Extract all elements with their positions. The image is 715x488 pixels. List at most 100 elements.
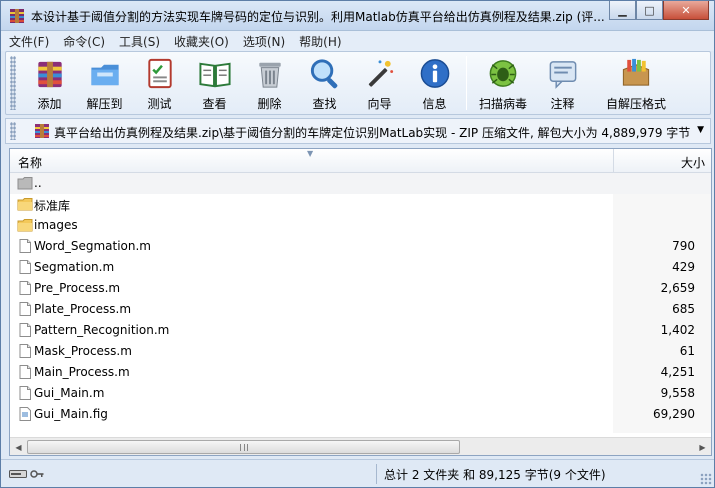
folder-row[interactable]: 标准库 [10, 194, 711, 215]
sfx-button[interactable]: 自解压格式 [590, 52, 682, 112]
column-name-header[interactable]: 名称 [18, 154, 42, 171]
file-icon [19, 239, 31, 253]
folder-icon [17, 219, 33, 232]
file-name: images [34, 218, 78, 232]
scroll-thumb[interactable] [27, 440, 460, 454]
archive-icon [35, 124, 49, 138]
column-size-header[interactable]: 大小 [681, 154, 705, 171]
winrar-app-icon[interactable] [9, 8, 25, 24]
view-button[interactable]: 查看 [187, 52, 242, 112]
status-summary: 总计 2 文件夹 和 89,125 字节(9 个文件) [384, 468, 606, 482]
file-size: 790 [672, 239, 695, 253]
file-size: 4,251 [660, 365, 695, 379]
file-name: Gui_Main.fig [34, 407, 108, 421]
extract-to-label: 解压到 [86, 97, 123, 111]
horizontal-scrollbar[interactable]: ◀ ▶ [10, 437, 711, 455]
column-divider[interactable] [613, 149, 614, 173]
extract-to-button[interactable]: 解压到 [77, 52, 132, 112]
file-name: .. [34, 176, 42, 190]
add-label: 添加 [37, 97, 62, 111]
toolbar: 添加 解压到 测试 查看 删除 查找 向导 信息 扫描病毒 注释 自解压格式 [5, 51, 711, 115]
scroll-grip-icon [239, 444, 248, 451]
file-row[interactable]: Gui_Main.m 9,558 [10, 383, 711, 404]
add-button[interactable]: 添加 [22, 52, 77, 112]
comment-icon [549, 61, 576, 89]
file-name: Word_Segmation.m [34, 239, 151, 253]
test-button[interactable]: 测试 [132, 52, 187, 112]
info-button[interactable]: 信息 [407, 52, 462, 112]
sfx-box-icon [622, 58, 650, 86]
minimize-icon: ▁ [618, 3, 627, 17]
wizard-label: 向导 [367, 97, 392, 111]
window-title: 本设计基于阈值分割的方法实现车牌号码的定位与识别。利用Matlab仿真平台给出仿… [31, 10, 605, 24]
file-name: Main_Process.m [34, 365, 130, 379]
wizard-wand-icon [368, 60, 393, 87]
file-name: Pre_Process.m [34, 281, 121, 295]
file-size: 685 [672, 302, 695, 316]
status-bar: 总计 2 文件夹 和 89,125 字节(9 个文件) [1, 459, 714, 487]
winrar-window: 本设计基于阈值分割的方法实现车牌号码的定位与识别。利用Matlab仿真平台给出仿… [0, 0, 715, 488]
address-path: 真平台给出仿真例程及结果.zip\基于阈值分割的车牌定位识别MatLab实现 -… [54, 126, 691, 140]
close-button[interactable]: ✕ [663, 1, 709, 20]
file-row[interactable]: Pattern_Recognition.m 1,402 [10, 320, 711, 341]
delete-trash-icon [258, 62, 281, 88]
find-button[interactable]: 查找 [297, 52, 352, 112]
file-size: 1,402 [660, 323, 695, 337]
menu-help[interactable]: 帮助(H) [299, 33, 341, 50]
file-icon [19, 365, 31, 379]
file-name: Pattern_Recognition.m [34, 323, 170, 337]
test-icon [147, 58, 172, 89]
file-name: Segmation.m [34, 260, 115, 274]
key-icon[interactable] [30, 469, 44, 479]
info-label: 信息 [422, 97, 447, 111]
file-row[interactable]: Mask_Process.m 61 [10, 341, 711, 362]
find-label: 查找 [312, 97, 337, 111]
wizard-button[interactable]: 向导 [352, 52, 407, 112]
folder-up-icon [17, 177, 33, 190]
file-name: Gui_Main.m [34, 386, 105, 400]
file-row[interactable]: Main_Process.m 4,251 [10, 362, 711, 383]
toolbar-grip[interactable] [10, 56, 16, 110]
delete-button[interactable]: 删除 [242, 52, 297, 112]
folder-row[interactable]: images [10, 215, 711, 236]
comment-button[interactable]: 注释 [535, 52, 590, 112]
info-icon [420, 59, 449, 88]
menu-tools[interactable]: 工具(S) [119, 33, 160, 50]
file-size: 61 [679, 344, 695, 358]
file-name: Mask_Process.m [34, 344, 132, 358]
file-row[interactable]: Pre_Process.m 2,659 [10, 278, 711, 299]
column-header: 名称 ▼ 大小 [10, 149, 711, 173]
resize-grip-icon[interactable] [700, 473, 712, 485]
folder-row[interactable]: .. [10, 173, 711, 194]
menu-file[interactable]: 文件(F) [9, 33, 49, 50]
maximize-button[interactable]: □ [636, 1, 663, 20]
file-size: 9,558 [660, 386, 695, 400]
view-label: 查看 [202, 97, 227, 111]
menu-favorites[interactable]: 收藏夹(O) [174, 33, 229, 50]
virus-scan-button[interactable]: 扫描病毒 [471, 52, 535, 112]
address-bar-grip[interactable] [10, 122, 16, 140]
virus-scan-label: 扫描病毒 [478, 97, 527, 111]
scroll-left-button[interactable]: ◀ [10, 439, 27, 455]
menu-commands[interactable]: 命令(C) [63, 33, 105, 50]
file-icon [19, 260, 31, 274]
file-size: 2,659 [660, 281, 695, 295]
close-icon: ✕ [681, 3, 691, 17]
file-icon [19, 302, 31, 316]
file-row[interactable]: Gui_Main.fig 69,290 [10, 404, 711, 425]
scroll-right-button[interactable]: ▶ [694, 439, 711, 455]
file-size: 69,290 [653, 407, 695, 421]
file-row[interactable]: Plate_Process.m 685 [10, 299, 711, 320]
title-bar[interactable]: 本设计基于阈值分割的方法实现车牌号码的定位与识别。利用Matlab仿真平台给出仿… [1, 1, 714, 31]
drive-icon[interactable] [9, 469, 27, 479]
status-divider [376, 464, 377, 484]
minimize-button[interactable]: ▁ [609, 1, 636, 20]
file-name: Plate_Process.m [34, 302, 132, 316]
file-row[interactable]: Word_Segmation.m 790 [10, 236, 711, 257]
address-bar[interactable]: 真平台给出仿真例程及结果.zip\基于阈值分割的车牌定位识别MatLab实现 -… [5, 118, 711, 144]
file-row[interactable]: Segmation.m 429 [10, 257, 711, 278]
toolbar-separator [466, 56, 467, 110]
chevron-down-icon[interactable]: ▼ [697, 125, 704, 135]
sort-arrow-icon: ▼ [307, 149, 314, 158]
menu-options[interactable]: 选项(N) [243, 33, 285, 50]
